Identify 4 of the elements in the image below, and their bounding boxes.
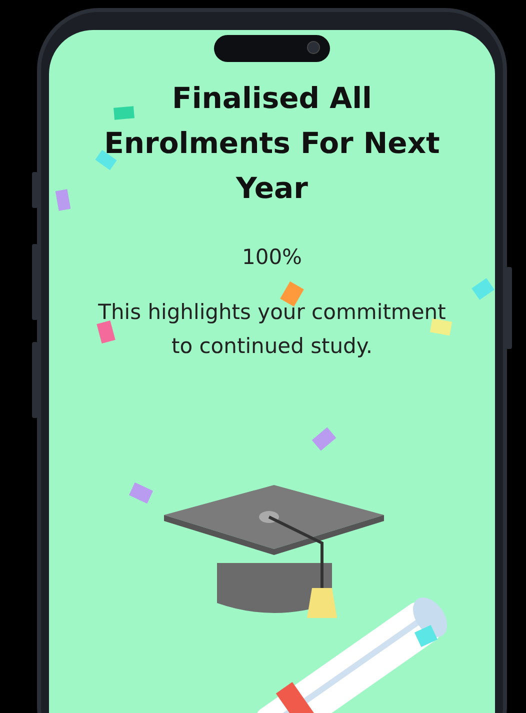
achievement-description: This highlights your commitment to continued study. xyxy=(97,299,447,360)
achievement-title: Finalised All Enrolments For Next Year xyxy=(103,80,441,207)
progress-percentage: 100% xyxy=(242,245,302,269)
camera-icon xyxy=(307,41,320,54)
